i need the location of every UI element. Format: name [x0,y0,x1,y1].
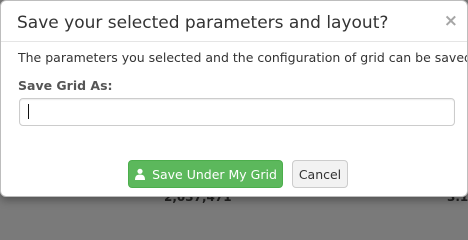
cancel-button[interactable]: Cancel [292,160,348,188]
text-caret [28,104,29,119]
save-under-my-grid-button[interactable]: Save Under My Grid [128,160,283,188]
dialog-title: Save your selected parameters and layout… [17,13,389,33]
cancel-button-label: Cancel [298,166,342,182]
save-button-label: Save Under My Grid [152,166,277,182]
dialog-header: Save your selected parameters and layout… [1,1,467,42]
user-icon [134,168,146,180]
save-grid-as-label: Save Grid As: [18,78,113,93]
save-grid-dialog: Save your selected parameters and layout… [0,0,468,197]
grid-name-input[interactable] [19,98,455,126]
dialog-description: The parameters you selected and the conf… [18,50,468,65]
close-icon[interactable]: × [444,13,458,30]
